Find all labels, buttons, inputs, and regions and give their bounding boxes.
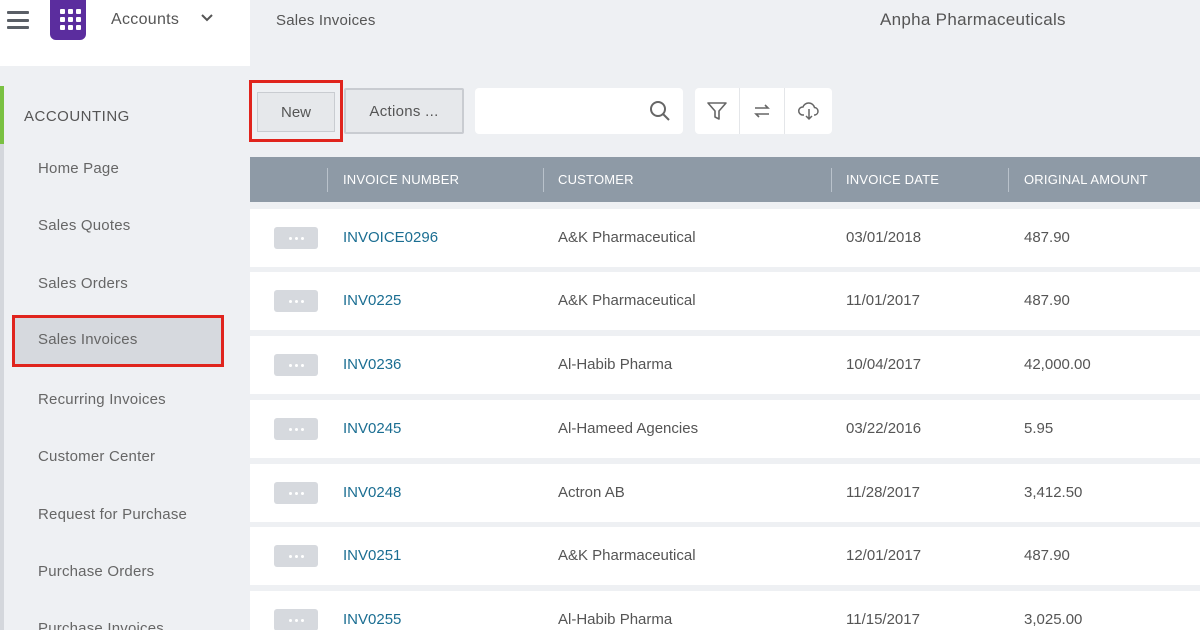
invoice-date-cell: 12/01/2017 (846, 547, 922, 564)
more-horizontal-icon[interactable] (274, 482, 318, 504)
more-horizontal-icon[interactable] (274, 354, 318, 376)
new-button[interactable]: New (257, 92, 335, 132)
cloud-download-icon (797, 102, 819, 121)
breadcrumb: Sales Invoices (276, 12, 376, 29)
column-separator (1008, 168, 1009, 192)
original-amount-cell: 42,000.00 (1024, 356, 1091, 373)
sidebar-item-customer-center[interactable]: Customer Center (12, 432, 224, 482)
sidebar-item-purchase-invoices[interactable]: Purchase Invoices (12, 604, 224, 630)
sidebar-item-sales-orders[interactable]: Sales Orders (12, 259, 224, 309)
search-box (475, 88, 683, 134)
table-header: INVOICE NUMBER CUSTOMER INVOICE DATE ORI… (250, 157, 1200, 202)
table-row[interactable]: INV0251 A&K Pharmaceutical 12/01/2017 48… (250, 527, 1200, 585)
customer-cell: Al-Habib Pharma (558, 611, 673, 628)
original-amount-cell: 487.90 (1024, 292, 1070, 309)
sidebar-item-sales-invoices[interactable]: Sales Invoices (12, 315, 224, 367)
invoice-number-link[interactable]: INV0236 (343, 336, 401, 394)
invoice-number-link[interactable]: INV0251 (343, 527, 401, 585)
download-button[interactable] (785, 88, 832, 134)
more-horizontal-icon[interactable] (274, 227, 318, 249)
column-header-invoice-date[interactable]: INVOICE DATE (846, 157, 939, 202)
original-amount-cell: 3,025.00 (1024, 611, 1083, 628)
original-amount-cell: 5.95 (1024, 420, 1054, 437)
column-header-original-amount[interactable]: ORIGINAL AMOUNT (1024, 157, 1148, 202)
table-row[interactable]: INV0245 Al-Hameed Agencies 03/22/2016 5.… (250, 400, 1200, 458)
invoice-date-cell: 11/01/2017 (846, 292, 920, 309)
table-row[interactable]: INVOICE0296 A&K Pharmaceutical 03/01/201… (250, 209, 1200, 267)
table-row[interactable]: INV0225 A&K Pharmaceutical 11/01/2017 48… (250, 272, 1200, 330)
column-header-invoice-number[interactable]: INVOICE NUMBER (343, 157, 459, 202)
invoice-number-link[interactable]: INV0255 (343, 591, 401, 630)
customer-cell: Al-Habib Pharma (558, 356, 673, 373)
sidebar-item-home-page[interactable]: Home Page (12, 144, 224, 194)
more-horizontal-icon[interactable] (274, 418, 318, 440)
invoice-number-link[interactable]: INV0245 (343, 400, 401, 458)
customer-cell: Actron AB (558, 484, 625, 501)
invoice-number-link[interactable]: INV0248 (343, 464, 401, 522)
filter-icon (707, 102, 727, 120)
more-horizontal-icon[interactable] (274, 290, 318, 312)
sidebar-item-request-for-purchase[interactable]: Request for Purchase (12, 490, 224, 540)
column-separator (831, 168, 832, 192)
hamburger-menu-icon[interactable] (7, 9, 29, 31)
customer-cell: A&K Pharmaceutical (558, 229, 696, 246)
table-row[interactable]: INV0236 Al-Habib Pharma 10/04/2017 42,00… (250, 336, 1200, 394)
customer-cell: A&K Pharmaceutical (558, 547, 696, 564)
new-button-highlight: New (249, 80, 343, 142)
actions-button[interactable]: Actions ... (344, 88, 464, 134)
search-icon[interactable] (649, 100, 671, 122)
invoice-date-cell: 10/04/2017 (846, 356, 922, 373)
column-separator (327, 168, 328, 192)
table-row[interactable]: INV0248 Actron AB 11/28/2017 3,412.50 (250, 464, 1200, 522)
original-amount-cell: 3,412.50 (1024, 484, 1083, 501)
table-row[interactable]: INV0255 Al-Habib Pharma 11/15/2017 3,025… (250, 591, 1200, 630)
sidebar-section-accent (0, 86, 4, 144)
sidebar-item-sales-quotes[interactable]: Sales Quotes (12, 201, 224, 251)
customer-cell: Al-Hameed Agencies (558, 420, 699, 437)
search-input[interactable] (485, 96, 645, 126)
invoice-number-link[interactable]: INVOICE0296 (343, 209, 438, 267)
sidebar-rail (0, 144, 4, 630)
more-horizontal-icon[interactable] (274, 545, 318, 567)
refresh-icon (754, 104, 770, 118)
sidebar-section-title: ACCOUNTING (24, 108, 130, 125)
column-separator (543, 168, 544, 192)
original-amount-cell: 487.90 (1024, 229, 1070, 246)
chevron-down-icon[interactable] (200, 11, 214, 25)
invoice-date-cell: 11/28/2017 (846, 484, 920, 501)
app-header-left: Accounts (0, 0, 250, 66)
invoice-date-cell: 11/15/2017 (846, 611, 920, 628)
app-grid-logo[interactable] (50, 0, 86, 40)
sidebar: ACCOUNTING Home Page Sales Quotes Sales … (0, 66, 250, 630)
invoice-date-cell: 03/22/2016 (846, 420, 922, 437)
module-switcher[interactable]: Accounts (111, 11, 179, 29)
customer-cell: A&K Pharmaceutical (558, 292, 696, 309)
list-tools (695, 88, 832, 134)
sidebar-item-recurring-invoices[interactable]: Recurring Invoices (12, 375, 224, 425)
invoice-date-cell: 03/01/2018 (846, 229, 922, 246)
original-amount-cell: 487.90 (1024, 547, 1070, 564)
filter-button[interactable] (695, 88, 740, 134)
more-horizontal-icon[interactable] (274, 609, 318, 630)
sidebar-item-purchase-orders[interactable]: Purchase Orders (12, 547, 224, 597)
refresh-button[interactable] (740, 88, 785, 134)
company-name: Anpha Pharmaceuticals (880, 10, 1066, 29)
column-header-customer[interactable]: CUSTOMER (558, 157, 634, 202)
invoice-number-link[interactable]: INV0225 (343, 272, 401, 330)
top-bar: Accounts Sales Invoices Anpha Pharmaceut… (0, 0, 1200, 66)
